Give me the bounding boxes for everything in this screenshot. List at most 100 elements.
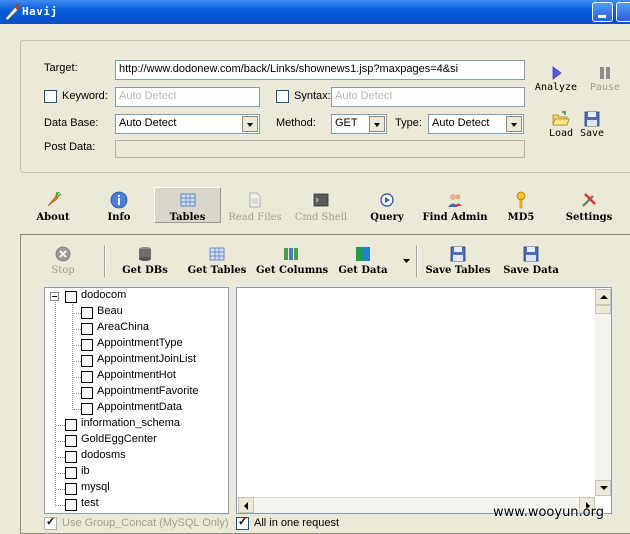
get-tables-label: Get Tables <box>187 265 247 276</box>
collapse-icon[interactable] <box>50 292 59 301</box>
caret-down-icon[interactable] <box>403 259 410 264</box>
tree-checkbox[interactable] <box>65 499 77 511</box>
tables-label: Tables <box>169 212 206 223</box>
minimize-button[interactable] <box>592 2 613 22</box>
get-columns-label: Get Columns <box>256 265 329 276</box>
toolbar-query[interactable]: Query <box>352 191 422 225</box>
tree-checkbox[interactable] <box>81 355 93 367</box>
tree-line <box>56 457 65 458</box>
save-tables-button[interactable]: Save Tables <box>422 245 494 279</box>
tree-node-label: Beau <box>97 305 123 317</box>
about-label: About <box>36 212 70 223</box>
folder-open-icon <box>552 111 570 126</box>
get-dbs-button[interactable]: Get DBs <box>118 245 172 279</box>
stop-icon <box>55 246 71 262</box>
tree-checkbox[interactable] <box>81 387 93 399</box>
tree-checkbox[interactable] <box>81 307 93 319</box>
type-select[interactable]: Auto Detect <box>428 114 524 134</box>
method-value: GET <box>335 117 358 129</box>
tree-checkbox[interactable] <box>81 339 93 351</box>
tree-checkbox[interactable] <box>65 467 77 479</box>
tree-checkbox[interactable] <box>65 435 77 447</box>
tree-line <box>73 377 81 378</box>
table-icon <box>180 193 195 207</box>
scroll-up-button[interactable] <box>595 289 611 305</box>
tree-node-label: information_schema <box>81 417 181 429</box>
all-in-one-checkbox[interactable] <box>236 515 249 530</box>
scroll-track[interactable] <box>595 314 611 480</box>
keyword-label: Keyword: <box>62 90 108 102</box>
carrot-icon <box>47 191 62 207</box>
database-tree[interactable]: dodocom Beau AreaChina AppointmentType A… <box>44 287 229 514</box>
pause-button[interactable]: Pause <box>585 64 625 93</box>
scroll-down-button[interactable] <box>595 480 611 496</box>
tree-node-label: AppointmentType <box>97 337 183 349</box>
toolbar-info[interactable]: Info <box>84 191 154 225</box>
type-value: Auto Detect <box>432 117 490 129</box>
analyze-button[interactable]: Analyze <box>533 64 579 93</box>
database-value: Auto Detect <box>119 117 177 129</box>
file-icon <box>249 192 261 208</box>
floppy-icon <box>450 246 466 262</box>
group-concat-checkbox[interactable] <box>44 515 57 530</box>
tree-checkbox[interactable] <box>81 323 93 335</box>
chevron-down-icon[interactable] <box>506 116 522 132</box>
scroll-left-button[interactable] <box>238 497 254 513</box>
syntax-input[interactable]: Auto Detect <box>331 87 525 107</box>
load-button[interactable]: Load <box>545 110 577 139</box>
tree-node-label: AppointmentHot <box>97 369 176 381</box>
tree-line <box>56 473 65 474</box>
tools-icon <box>582 193 596 207</box>
chevron-down-icon[interactable] <box>242 116 258 132</box>
floppy-icon <box>584 111 600 127</box>
tree-line <box>56 489 65 490</box>
tree-checkbox[interactable] <box>81 371 93 383</box>
toolbar-md5[interactable]: MD5 <box>486 191 556 225</box>
tree-checkbox[interactable] <box>65 483 77 495</box>
target-input[interactable]: http://www.dodonew.com/back/Links/showne… <box>115 60 525 80</box>
tree-line <box>56 505 65 506</box>
all-in-one-label: All in one request <box>254 517 339 529</box>
maximize-button[interactable] <box>616 2 630 22</box>
toolbar-find-admin[interactable]: Find Admin <box>420 191 490 225</box>
get-data-button[interactable]: Get Data <box>336 245 390 279</box>
toolbar-settings[interactable]: Settings <box>554 191 624 225</box>
toolbar-about[interactable]: About <box>18 191 88 225</box>
database-select[interactable]: Auto Detect <box>115 114 260 134</box>
tree-line <box>73 393 81 394</box>
keyword-checkbox[interactable] <box>44 90 57 103</box>
toolbar-tables[interactable]: Tables <box>154 187 221 223</box>
tree-line <box>56 425 65 426</box>
group-concat-label: Use Group_Concat (MySQL Only) <box>62 517 229 529</box>
toolbar-cmd-shell[interactable]: Cmd Shell <box>286 191 356 225</box>
save-label: Save <box>579 128 605 139</box>
stop-button[interactable]: Stop <box>44 245 82 279</box>
title-bar: Havij <box>0 0 630 24</box>
result-area[interactable] <box>236 287 612 514</box>
save-data-button[interactable]: Save Data <box>500 245 562 279</box>
syntax-checkbox[interactable] <box>276 90 289 103</box>
tree-checkbox[interactable] <box>65 291 77 303</box>
method-select[interactable]: GET <box>331 114 387 134</box>
app-icon <box>4 3 21 21</box>
scroll-thumb[interactable] <box>595 305 611 314</box>
get-tables-button[interactable]: Get Tables <box>185 245 249 279</box>
tree-node-label: AppointmentJoinList <box>97 353 197 365</box>
get-dbs-label: Get DBs <box>122 265 168 276</box>
target-label: Target: <box>44 62 78 74</box>
save-button[interactable]: Save <box>576 110 608 139</box>
find-admin-label: Find Admin <box>422 212 488 223</box>
tree-line <box>56 441 65 442</box>
tree-checkbox[interactable] <box>65 451 77 463</box>
postdata-input[interactable] <box>115 140 525 158</box>
syntax-placeholder: Auto Detect <box>335 90 393 102</box>
toolbar-separator <box>416 245 418 277</box>
toolbar-read-files[interactable]: Read Files <box>220 191 290 225</box>
get-columns-button[interactable]: Get Columns <box>256 245 329 279</box>
chevron-down-icon[interactable] <box>369 116 385 132</box>
keyword-input[interactable]: Auto Detect <box>115 87 260 107</box>
tree-checkbox[interactable] <box>81 403 93 415</box>
tree-node-label: AppointmentFavorite <box>97 385 199 397</box>
tree-checkbox[interactable] <box>65 419 77 431</box>
tree-node-label: ib <box>81 465 90 477</box>
